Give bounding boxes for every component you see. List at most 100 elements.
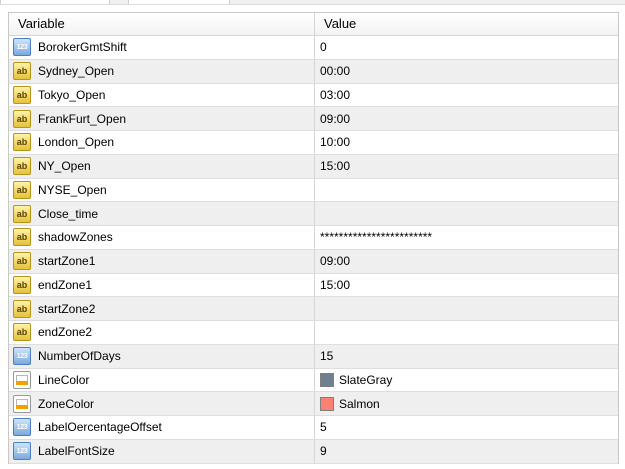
variable-cell: ab London_Open (9, 131, 315, 154)
variable-cell: 123 LabelFontSize (9, 439, 315, 463)
variable-value: 03:00 (320, 87, 351, 102)
variable-cell: ab startZone2 (9, 297, 315, 320)
variable-value: Salmon (339, 396, 380, 411)
number-icon: 123 (13, 38, 31, 57)
variable-name: endZone2 (38, 325, 93, 340)
variable-value: 15 (320, 349, 334, 364)
table-row[interactable]: ab Sydney_Open 00:00 (9, 59, 618, 84)
string-icon: ab (13, 85, 31, 104)
variable-name: startZone2 (38, 301, 96, 316)
color-icon (13, 370, 31, 389)
variable-value: ************************ (320, 230, 433, 245)
string-icon: ab (13, 228, 31, 247)
grid-header: Variable Value (9, 13, 618, 36)
string-icon: ab (13, 252, 31, 271)
column-header-variable[interactable]: Variable (9, 13, 315, 35)
table-row[interactable]: ab London_Open 10:00 (9, 131, 618, 155)
value-cell[interactable]: SlateGray (315, 369, 618, 392)
table-row[interactable]: ab NYSE_Open (9, 178, 618, 203)
value-cell[interactable]: 10:00 (315, 131, 618, 154)
variable-cell: 123 LabelOercentageOffset (9, 416, 315, 439)
string-icon: ab (13, 180, 31, 199)
value-cell[interactable]: 09:00 (315, 250, 618, 273)
dialog-tab-strip (0, 0, 625, 5)
color-swatch[interactable] (320, 372, 334, 387)
table-row[interactable]: LineColor SlateGray (9, 368, 618, 393)
value-cell[interactable]: 15 (315, 345, 618, 368)
table-row[interactable]: ab shadowZones ************************ (9, 226, 618, 250)
tab-edge (128, 0, 230, 4)
value-cell[interactable]: 09:00 (315, 107, 618, 130)
value-cell[interactable] (315, 321, 618, 344)
string-icon: ab (13, 299, 31, 318)
variable-name: LabelOercentageOffset (38, 420, 162, 435)
table-row[interactable]: 123 LabelFontSize 9 (9, 439, 618, 464)
table-row[interactable]: ab NY_Open 15:00 (9, 154, 618, 179)
table-row[interactable]: ab startZone2 (9, 297, 618, 321)
variable-name: NYSE_Open (38, 182, 107, 197)
variable-value: 15:00 (320, 159, 351, 174)
variable-name: BorokerGmtShift (38, 40, 127, 55)
variable-name: FrankFurt_Open (38, 111, 127, 126)
string-icon: ab (13, 133, 31, 152)
variable-cell: ZoneColor (9, 392, 315, 415)
value-cell[interactable]: 5 (315, 416, 618, 439)
table-row[interactable]: ab Close_time (9, 202, 618, 226)
variable-cell: 123 BorokerGmtShift (9, 36, 315, 59)
variable-value: 10:00 (320, 135, 351, 150)
variable-name: Tokyo_Open (38, 87, 106, 102)
variable-name: NY_Open (38, 159, 91, 174)
value-cell[interactable] (315, 179, 618, 202)
grid-rows: 123 BorokerGmtShift 0 ab Sydney_Open 00:00 ab T… (9, 36, 618, 464)
table-row[interactable]: ab endZone1 15:00 (9, 273, 618, 298)
value-cell[interactable] (315, 297, 618, 320)
value-cell[interactable]: 00:00 (315, 60, 618, 83)
value-cell[interactable]: 0 (315, 36, 618, 59)
number-icon: 123 (13, 347, 31, 366)
string-icon: ab (13, 109, 31, 128)
variable-cell: LineColor (9, 368, 315, 392)
table-row[interactable]: ab endZone2 (9, 321, 618, 345)
variable-value: 9 (320, 444, 327, 459)
inputs-dialog: Variable Value 123 BorokerGmtShift 0 ab Sydn… (0, 0, 625, 469)
variable-cell: ab NYSE_Open (9, 178, 315, 202)
value-cell[interactable]: Salmon (315, 392, 618, 415)
table-row[interactable]: ab Tokyo_Open 03:00 (9, 83, 618, 108)
table-row[interactable]: 123 LabelOercentageOffset 5 (9, 416, 618, 440)
variable-value: SlateGray (339, 372, 393, 387)
value-cell[interactable]: 9 (315, 440, 618, 463)
variable-name: ZoneColor (38, 396, 95, 411)
variable-cell: ab Sydney_Open (9, 59, 315, 83)
variable-name: Close_time (38, 206, 99, 221)
variable-cell: ab endZone1 (9, 273, 315, 297)
variable-name: NumberOfDays (38, 349, 121, 364)
number-icon: 123 (13, 442, 31, 461)
inputs-grid: Variable Value 123 BorokerGmtShift 0 ab Sydn… (8, 12, 619, 464)
column-header-value[interactable]: Value (315, 13, 618, 35)
value-cell[interactable]: 03:00 (315, 84, 618, 107)
table-row[interactable]: 123 NumberOfDays 15 (9, 344, 618, 369)
table-row[interactable]: ZoneColor Salmon (9, 392, 618, 416)
table-row[interactable]: ab startZone1 09:00 (9, 249, 618, 274)
variable-cell: ab endZone2 (9, 321, 315, 344)
color-swatch[interactable] (320, 396, 334, 411)
variable-name: startZone1 (38, 254, 96, 269)
value-cell[interactable]: 15:00 (315, 155, 618, 178)
value-cell[interactable] (315, 202, 618, 225)
variable-name: shadowZones (38, 230, 113, 245)
color-icon (13, 394, 31, 413)
string-icon: ab (13, 204, 31, 223)
tab-edge (0, 0, 110, 4)
variable-cell: ab shadowZones (9, 226, 315, 249)
table-row[interactable]: ab FrankFurt_Open 09:00 (9, 107, 618, 131)
variable-name: Sydney_Open (38, 64, 115, 79)
value-cell[interactable]: ************************ (315, 226, 618, 249)
value-cell[interactable]: 15:00 (315, 274, 618, 297)
variable-cell: 123 NumberOfDays (9, 344, 315, 368)
string-icon: ab (13, 323, 31, 342)
variable-cell: ab Tokyo_Open (9, 83, 315, 107)
variable-cell: ab Close_time (9, 202, 315, 225)
table-row[interactable]: 123 BorokerGmtShift 0 (9, 36, 618, 60)
variable-value: 09:00 (320, 254, 351, 269)
variable-value: 0 (320, 40, 327, 55)
